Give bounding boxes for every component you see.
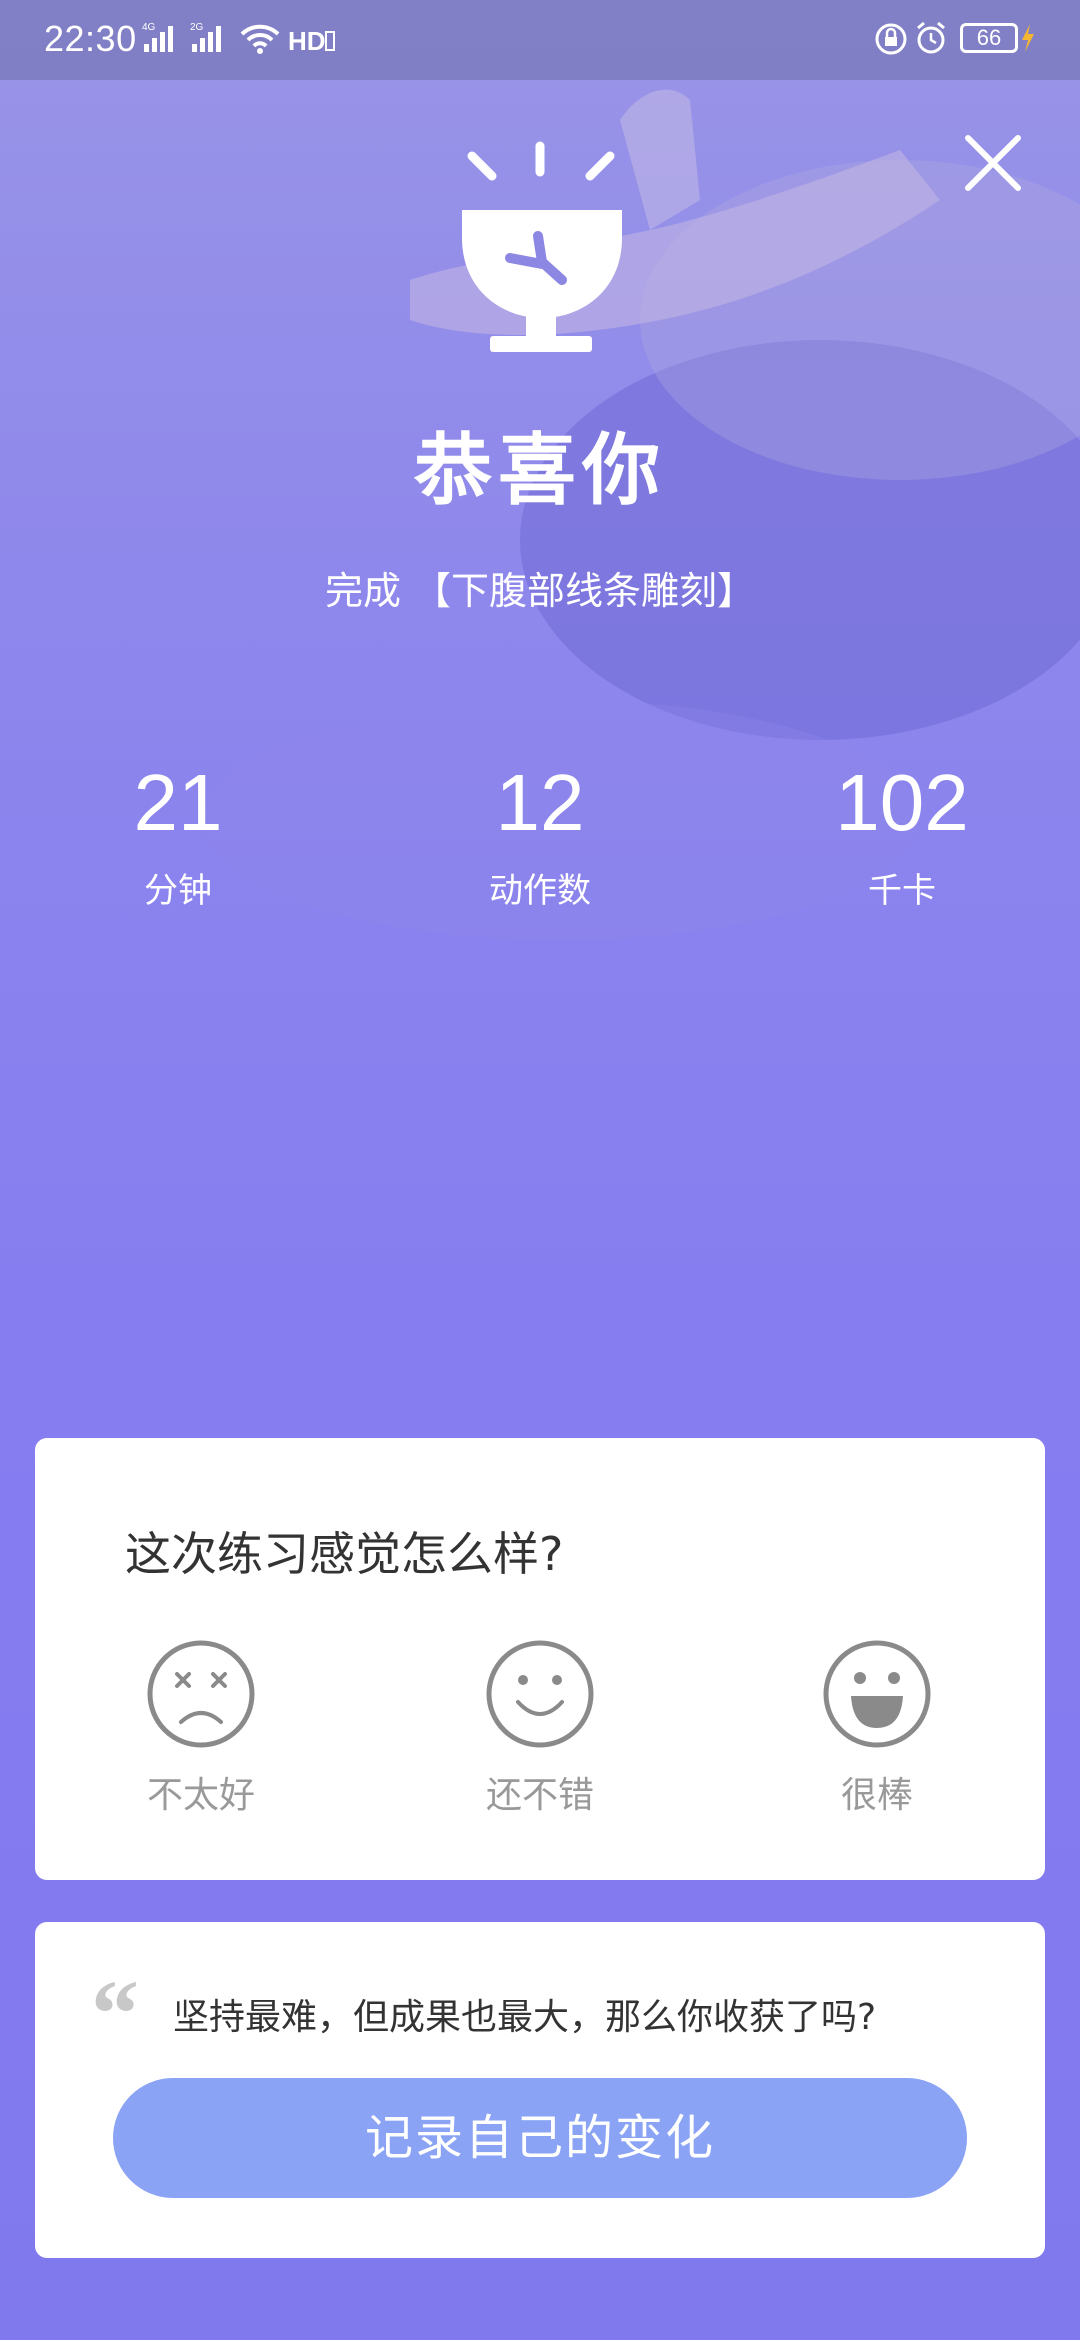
hd-voice-icon: HD — [288, 26, 335, 56]
sad-face-icon — [147, 1640, 255, 1748]
signal-4g-icon: 4G — [142, 22, 173, 52]
status-time: 22:30 — [44, 18, 137, 59]
stat-value: 12 — [495, 758, 585, 847]
stat-label: 动作数 — [489, 871, 591, 911]
feedback-card: 这次练习感觉怎么样? 不太好 还不错 很棒 — [35, 1438, 1045, 1880]
completed-course-subtitle: 完成 【下腹部线条雕刻】 — [324, 569, 756, 613]
quote-text: 坚持最难，但成果也最大，那么你收获了吗? — [173, 1997, 877, 2038]
charging-icon — [1022, 24, 1034, 52]
svg-text:4G: 4G — [142, 22, 156, 33]
quote-mark-icon: “ — [91, 1960, 139, 2067]
battery-indicator: 66 — [960, 23, 1018, 53]
stat-label: 分钟 — [144, 871, 212, 911]
svg-text:HD: HD — [288, 26, 326, 56]
wifi-icon — [240, 24, 280, 54]
smile-face-icon — [486, 1640, 594, 1748]
feedback-option-label: 很棒 — [840, 1775, 913, 1816]
feedback-option-label: 还不错 — [485, 1775, 594, 1816]
close-button[interactable] — [962, 132, 1024, 194]
laugh-face-icon — [823, 1640, 931, 1748]
stat-label: 千卡 — [868, 871, 936, 911]
trophy-clock-icon — [462, 141, 622, 352]
stat-calories: 102 千卡 — [752, 755, 1052, 912]
alarm-icon — [917, 21, 945, 54]
feedback-option-label: 不太好 — [146, 1775, 255, 1816]
lock-icon — [875, 23, 907, 55]
page-title: 恭喜你 — [413, 426, 666, 516]
stat-value: 21 — [133, 758, 223, 847]
feedback-question: 这次练习感觉怎么样? — [125, 1527, 564, 1581]
stat-moves: 12 动作数 — [390, 755, 690, 912]
stat-value: 102 — [835, 758, 969, 847]
quote-card: “ 坚持最难，但成果也最大，那么你收获了吗? 记录自己的变化 — [35, 1922, 1045, 2258]
signal-2g-icon: 2G — [190, 22, 221, 52]
status-bar: 22:30 4G 2G HD 66 — [0, 0, 1080, 80]
feedback-option-ok[interactable]: 还不错 — [440, 1638, 640, 1818]
feedback-option-great[interactable]: 很棒 — [777, 1638, 977, 1818]
stat-minutes: 21 分钟 — [28, 755, 328, 912]
svg-text:2G: 2G — [190, 22, 204, 33]
feedback-option-bad[interactable]: 不太好 — [101, 1638, 301, 1818]
close-icon — [965, 135, 1021, 191]
record-changes-button[interactable]: 记录自己的变化 — [113, 2078, 967, 2198]
